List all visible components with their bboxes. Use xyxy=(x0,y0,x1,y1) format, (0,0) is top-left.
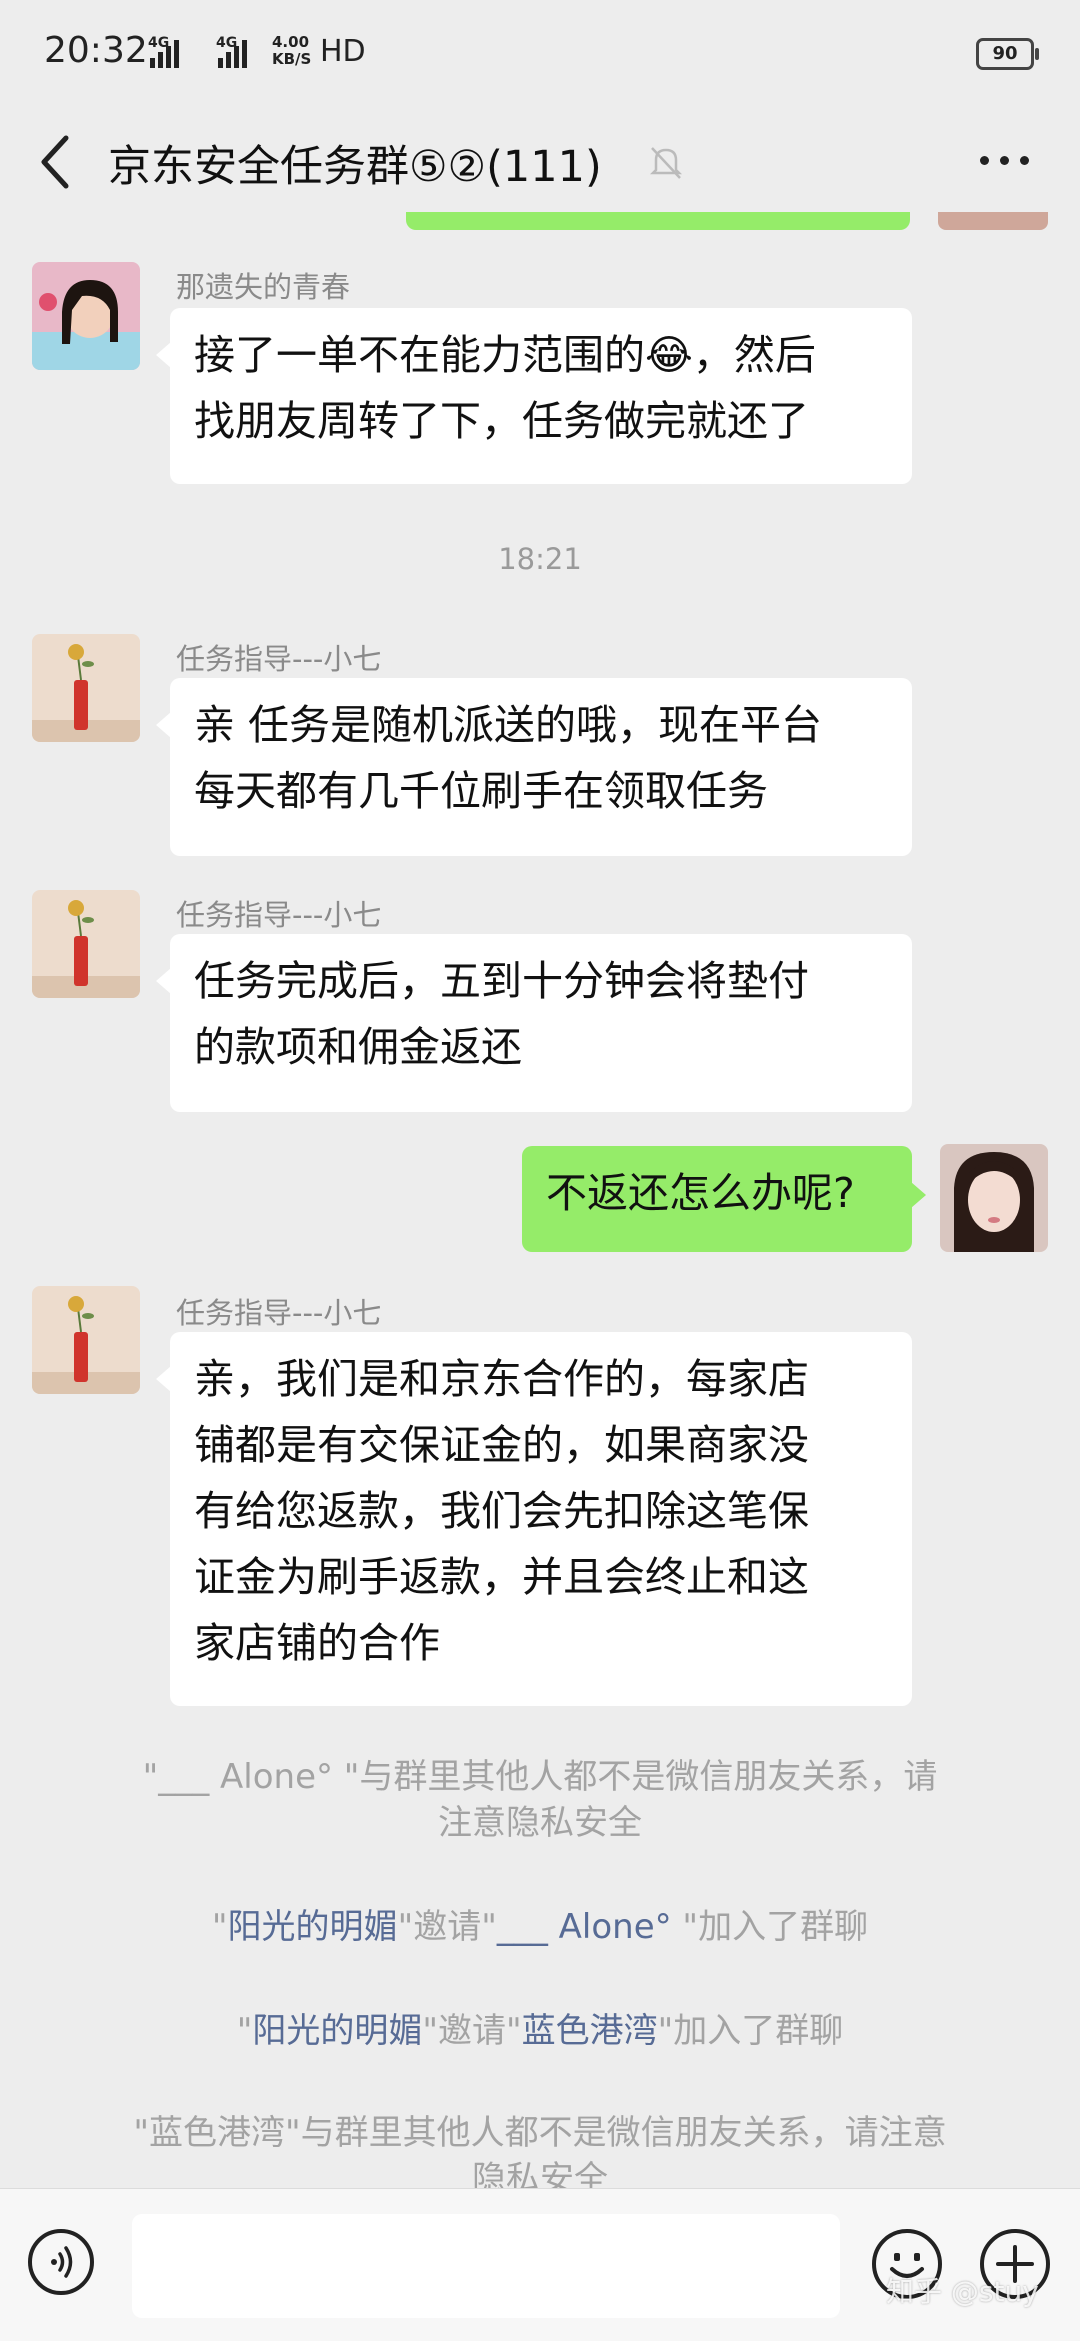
chevron-left-icon[interactable] xyxy=(30,130,80,194)
message-bubble[interactable]: 亲 任务是随机派送的哦，现在平台 每天都有几千位刷手在领取任务 xyxy=(156,678,912,856)
chat-header: 京东安全任务群⑤②(111) xyxy=(0,110,1080,216)
invite-text: "邀请" xyxy=(422,2011,522,2051)
ellipsis-icon xyxy=(980,156,989,165)
my-avatar-image xyxy=(940,1144,1048,1252)
bell-off-icon xyxy=(649,147,683,179)
sender-name: 任务指导---小七 xyxy=(176,1296,382,1330)
message-line: 亲 任务是随机派送的哦，现在平台 xyxy=(194,701,823,749)
rose-avatar-image xyxy=(32,890,140,998)
input-bar xyxy=(0,2188,1080,2341)
avatar[interactable] xyxy=(32,634,140,742)
message-input[interactable] xyxy=(132,2214,840,2318)
my-avatar[interactable] xyxy=(940,1144,1048,1252)
timestamp: 18:21 xyxy=(498,542,582,576)
my-message-bubble[interactable]: 不返还怎么办呢? xyxy=(522,1146,926,1252)
rose-avatar-image xyxy=(32,634,140,742)
system-invite-notice: "阳光的明媚"邀请"___ Alone° "加入了群聊 xyxy=(80,1904,1000,1950)
message-line: 证金为刷手返款，并且会终止和这 xyxy=(194,1553,809,1601)
status-bar: 20:32 4G 4G 4.00 KB/S HD 90 xyxy=(0,0,1080,110)
message-line: 每天都有几千位刷手在领取任务 xyxy=(194,767,768,815)
previous-avatar-fragment xyxy=(938,212,1048,230)
message-line: 接了一单不在能力范围的😂，然后 xyxy=(194,331,816,379)
message-line: 亲，我们是和京东合作的，每家店 xyxy=(194,1355,809,1403)
quote: " xyxy=(211,1907,228,1947)
message-line: 找朋友周转了下，任务做完就还了 xyxy=(194,397,809,445)
inviter-name-link[interactable]: 阳光的明媚 xyxy=(228,1907,398,1947)
message-line: 任务完成后，五到十分钟会将垫付 xyxy=(194,957,809,1005)
message-line: 的款项和佣金返还 xyxy=(194,1023,522,1071)
rose-avatar-image xyxy=(32,1286,140,1394)
system-notice-line: 注意隐私安全 xyxy=(438,1803,642,1843)
signal-icon-2 xyxy=(218,38,247,68)
invitee-name-link[interactable]: ___ Alone° xyxy=(497,1907,672,1947)
ellipsis-dot xyxy=(1000,156,1009,165)
previous-message-fragment xyxy=(406,212,910,230)
avatar-image xyxy=(32,262,140,370)
watermark: 知乎 @stuy xyxy=(886,2275,1039,2308)
ellipsis-dot xyxy=(1020,156,1029,165)
signal-icon xyxy=(150,38,179,68)
system-notice-line: "蓝色港湾"与群里其他人都不是微信朋友关系，请注意 xyxy=(133,2113,947,2153)
message-line: 家店铺的合作 xyxy=(194,1619,440,1667)
hd-indicator: HD xyxy=(320,34,366,69)
message-bubble[interactable]: 亲，我们是和京东合作的，每家店 铺都是有交保证金的，如果商家没 有给您返款，我们… xyxy=(156,1332,912,1706)
battery-icon: 90 xyxy=(976,38,1039,70)
network-speed: 4.00 KB/S xyxy=(272,34,311,68)
more-button[interactable] xyxy=(974,138,1034,178)
message-line: 不返还怎么办呢? xyxy=(546,1169,855,1217)
invite-text-end: "加入了群聊 xyxy=(657,2011,844,2051)
avatar[interactable] xyxy=(32,1286,140,1394)
message-line: 有给您返款，我们会先扣除这笔保 xyxy=(194,1487,809,1535)
inviter-name-link[interactable]: 阳光的明媚 xyxy=(252,2011,422,2051)
invite-text: "邀请" xyxy=(397,1907,497,1947)
system-notice: "___ Alone° "与群里其他人都不是微信朋友关系，请 注意隐私安全 xyxy=(80,1754,1000,1846)
voice-icon[interactable] xyxy=(28,2229,94,2295)
clock: 20:32 xyxy=(44,30,148,71)
sender-name: 任务指导---小七 xyxy=(176,898,382,932)
quote: " xyxy=(236,2011,253,2051)
message-bubble[interactable]: 接了一单不在能力范围的😂，然后 找朋友周转了下，任务做完就还了 xyxy=(156,308,912,484)
avatar[interactable] xyxy=(32,890,140,998)
voice-waves xyxy=(51,2246,73,2278)
invite-text-end: "加入了群聊 xyxy=(671,1907,869,1947)
system-invite-notice: "阳光的明媚"邀请"蓝色港湾"加入了群聊 xyxy=(80,2008,1000,2054)
avatar[interactable] xyxy=(32,262,140,370)
sender-name: 任务指导---小七 xyxy=(176,642,382,676)
message-line: 铺都是有交保证金的，如果商家没 xyxy=(194,1421,809,1469)
speed-unit: KB/S xyxy=(272,50,312,68)
sender-name: 那遗失的青春 xyxy=(176,270,351,304)
message-bubble[interactable]: 任务完成后，五到十分钟会将垫付 的款项和佣金返还 xyxy=(156,934,912,1112)
system-notice-line: "___ Alone° "与群里其他人都不是微信朋友关系，请 xyxy=(142,1757,938,1797)
speed-value: 4.00 xyxy=(272,33,310,51)
chat-title: 京东安全任务群⑤②(111) xyxy=(108,142,602,192)
invitee-name-link[interactable]: 蓝色港湾 xyxy=(522,2011,658,2051)
